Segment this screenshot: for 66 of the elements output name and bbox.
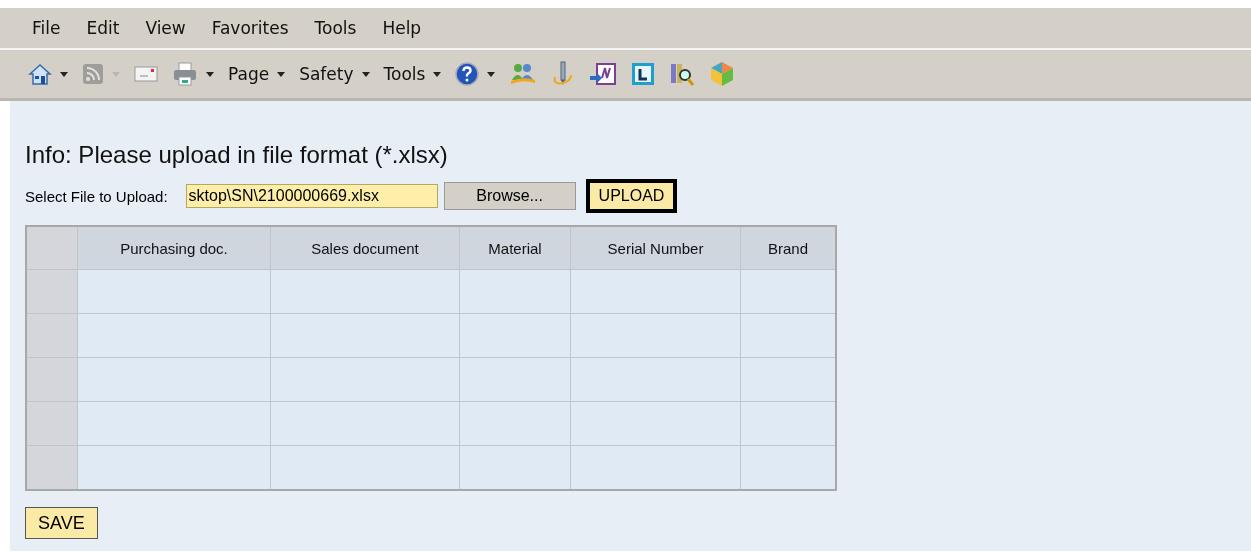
upload-button[interactable]: UPLOAD [585, 179, 678, 213]
caret-icon[interactable] [60, 71, 68, 77]
menu-item[interactable]: File [20, 18, 75, 38]
table-cell[interactable] [740, 269, 836, 314]
letter-tile-icon[interactable] [631, 62, 656, 86]
column-header: Serial Number [570, 226, 741, 270]
cube-icon[interactable] [709, 61, 736, 87]
table-cell[interactable] [77, 357, 271, 402]
home-icon[interactable] [28, 62, 52, 86]
caret-icon[interactable] [433, 71, 442, 77]
caret-icon[interactable] [361, 71, 370, 77]
row-selector[interactable] [26, 269, 78, 314]
table-cell[interactable] [77, 445, 271, 490]
menu-item[interactable]: Favorites [199, 18, 303, 38]
table-cell[interactable] [459, 313, 571, 358]
toolbar-menu[interactable]: Tools [383, 64, 426, 84]
column-header: Brand [740, 226, 836, 270]
table-cell[interactable] [77, 313, 271, 358]
notebook-icon[interactable] [589, 62, 618, 86]
info-message: Info: Please upload in file format (*.xlsx) [25, 141, 449, 169]
table-cell[interactable] [570, 401, 741, 446]
row-selector[interactable] [26, 445, 78, 490]
table-cell[interactable] [740, 401, 836, 446]
table-cell[interactable] [740, 445, 836, 490]
menu-item[interactable]: View [133, 18, 200, 38]
toolbar-menu[interactable]: Safety [299, 64, 354, 84]
column-header: Sales document [270, 226, 460, 270]
table-cell[interactable] [77, 401, 271, 446]
magnifier-icon[interactable] [669, 61, 696, 87]
table-cell[interactable] [270, 269, 460, 314]
caret-icon[interactable] [277, 71, 286, 77]
toolbar-menu[interactable]: Page [228, 64, 270, 84]
table-cell[interactable] [77, 269, 271, 314]
table-cell[interactable] [270, 357, 460, 402]
caret-icon[interactable] [206, 71, 214, 77]
table-cell[interactable] [570, 445, 741, 490]
row-selector[interactable] [26, 357, 78, 402]
table-cell[interactable] [570, 313, 741, 358]
table-cell[interactable] [459, 269, 571, 314]
caret-icon[interactable] [487, 71, 496, 77]
menu-item[interactable]: Tools [302, 18, 371, 38]
table-cell[interactable] [740, 357, 836, 402]
table-cell[interactable] [570, 269, 741, 314]
row-selector[interactable] [26, 313, 78, 358]
column-header: Material [459, 226, 571, 270]
help-icon[interactable] [455, 62, 480, 86]
menu-item[interactable]: Help [370, 18, 436, 38]
table-cell[interactable] [270, 445, 460, 490]
save-button[interactable]: SAVE [25, 507, 98, 539]
table-cell[interactable] [270, 401, 460, 446]
table-cell[interactable] [740, 313, 836, 358]
menu-item[interactable]: Edit [74, 18, 134, 38]
select-all-cell[interactable] [26, 226, 78, 270]
table-cell[interactable] [270, 313, 460, 358]
table-cell[interactable] [459, 445, 571, 490]
printer-icon[interactable] [172, 62, 198, 86]
browse-button[interactable]: Browse... [443, 182, 576, 210]
table-cell[interactable] [570, 357, 741, 402]
column-header: Purchasing doc. [77, 226, 271, 270]
row-selector[interactable] [26, 401, 78, 446]
table-cell[interactable] [459, 401, 571, 446]
people-icon[interactable] [509, 62, 538, 86]
table-cell[interactable] [459, 357, 571, 402]
field-label: Select File to Upload: [25, 187, 168, 205]
mail-icon[interactable] [134, 65, 158, 83]
file-path-field[interactable]: sktop\SN\2100000669.xlsx [185, 184, 438, 208]
